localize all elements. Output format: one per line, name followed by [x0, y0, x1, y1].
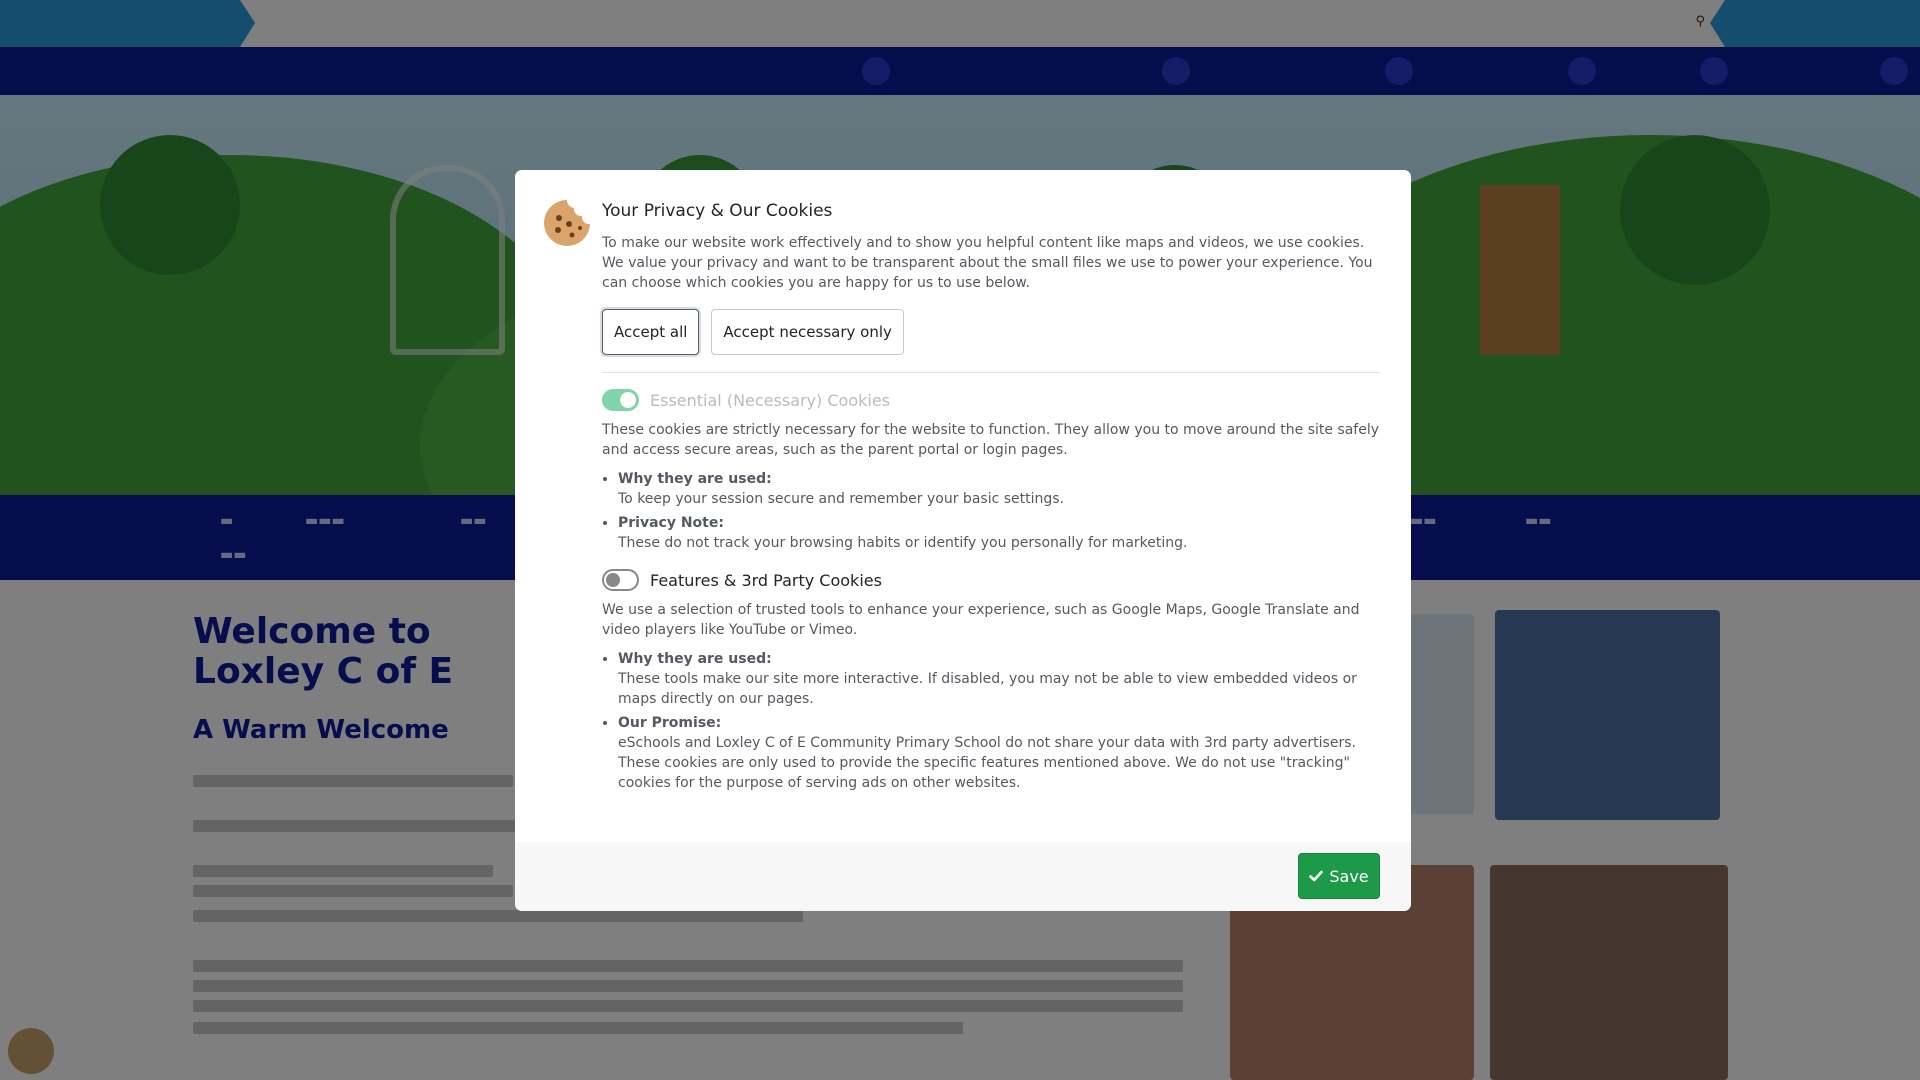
bullet-text: eSchools and Loxley C of E Community Pri… [618, 735, 1356, 791]
dialog-title: Your Privacy & Our Cookies [602, 201, 833, 221]
bullet-text: To keep your session secure and remember… [618, 491, 1065, 507]
third-party-cookies-toggle[interactable] [602, 569, 639, 591]
check-icon [1309, 870, 1324, 882]
save-label: Save [1329, 866, 1369, 886]
accept-all-button[interactable]: Accept all [602, 309, 700, 355]
dialog-footer: Save [515, 842, 1411, 911]
essential-cookies-toggle [602, 389, 639, 411]
list-item: Why they are used: These tools make our … [618, 649, 1380, 709]
bullet-text: These tools make our site more interacti… [618, 671, 1357, 707]
dialog-intro: To make our website work effectively and… [602, 235, 1373, 291]
bullet-label: Why they are used: [618, 651, 772, 667]
section-description: These cookies are strictly necessary for… [602, 422, 1380, 458]
bullet-text: These do not track your browsing habits … [618, 535, 1188, 551]
third-party-cookies-section: Features & 3rd Party Cookies We use a se… [602, 567, 1380, 793]
bullet-label: Our Promise: [618, 715, 722, 731]
section-title: Essential (Necessary) Cookies [650, 390, 891, 410]
dialog-body: Your Privacy & Our Cookies To make our w… [515, 170, 1411, 842]
bullet-list: Why they are used: These tools make our … [602, 649, 1380, 793]
save-button[interactable]: Save [1298, 853, 1380, 899]
bullet-label: Why they are used: [618, 471, 772, 487]
cookie-consent-dialog: Your Privacy & Our Cookies To make our w… [515, 170, 1411, 911]
cookie-icon [544, 200, 590, 246]
essential-cookies-section: Essential (Necessary) Cookies These cook… [602, 387, 1380, 553]
list-item: Why they are used: To keep your session … [618, 469, 1380, 509]
accept-necessary-button[interactable]: Accept necessary only [711, 309, 904, 355]
bullet-list: Why they are used: To keep your session … [602, 469, 1380, 553]
section-description: We use a selection of trusted tools to e… [602, 602, 1360, 638]
divider [602, 372, 1380, 373]
list-item: Our Promise: eSchools and Loxley C of E … [618, 713, 1380, 793]
list-item: Privacy Note: These do not track your br… [618, 513, 1380, 553]
section-title: Features & 3rd Party Cookies [650, 570, 882, 590]
bullet-label: Privacy Note: [618, 515, 724, 531]
